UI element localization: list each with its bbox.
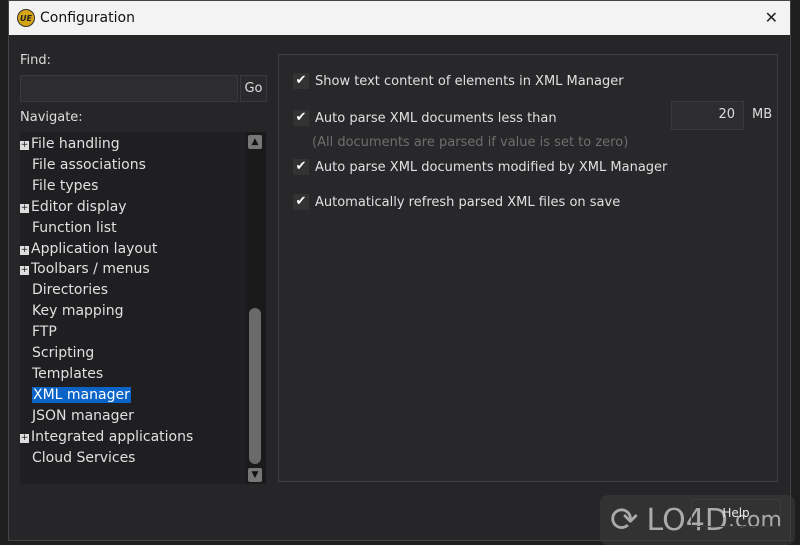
tree-item[interactable]: Templates <box>32 364 103 384</box>
configuration-dialog: UE Configuration ✕ Find: Go Navigate: + F… <box>8 0 791 541</box>
find-label: Find: <box>20 53 52 68</box>
tree-item[interactable]: JSON manager <box>32 406 134 426</box>
window-title: Configuration <box>40 10 135 26</box>
scroll-up-icon[interactable]: ▲ <box>248 135 262 149</box>
tree-item[interactable]: + Integrated applications <box>20 427 193 447</box>
scrollbar-thumb[interactable] <box>249 308 261 464</box>
hint-text: (All documents are parsed if value is se… <box>312 135 629 150</box>
checkmark-icon: ✔ <box>293 73 309 89</box>
tree-item-label: File associations <box>32 156 146 173</box>
tree-item[interactable]: File associations <box>32 155 146 175</box>
unit-label: MB <box>752 107 773 122</box>
tree-item-label: File types <box>32 177 99 194</box>
tree-item[interactable]: Scripting <box>32 343 94 363</box>
tree-item-label: Application layout <box>31 240 158 257</box>
navigate-label: Navigate: <box>20 110 83 125</box>
close-icon[interactable]: ✕ <box>765 8 778 27</box>
tree-item[interactable]: + Application layout <box>20 239 157 259</box>
expand-icon[interactable]: + <box>20 203 29 213</box>
tree-item-label: Function list <box>32 219 117 236</box>
ultraedit-logo-icon: UE <box>17 9 35 27</box>
tree-item[interactable]: FTP <box>32 322 57 342</box>
help-button[interactable]: Help <box>691 499 781 527</box>
option-label: Automatically refresh parsed XML files o… <box>315 194 621 210</box>
show-text-checkbox[interactable]: ✔ Show text content of elements in XML Ma… <box>293 73 624 89</box>
checkmark-icon: ✔ <box>293 159 309 175</box>
tree-item-label: Templates <box>32 365 104 382</box>
tree-item-label: Scripting <box>32 345 95 361</box>
option-label: Show text content of elements in XML Man… <box>315 73 624 89</box>
expand-icon[interactable]: + <box>20 266 29 276</box>
find-input[interactable] <box>20 75 238 102</box>
auto-parse-less-checkbox[interactable]: ✔ Auto parse XML documents less than <box>293 110 557 126</box>
tree-item-label: FTP <box>32 324 57 341</box>
tree-item-label: File handling <box>31 136 120 152</box>
size-limit-input[interactable]: 20 <box>671 101 744 130</box>
tree-item-label: Integrated applications <box>31 428 194 445</box>
tree-scrollbar[interactable]: ▲ ▼ <box>246 132 266 484</box>
tree-item[interactable]: File types <box>32 176 98 196</box>
auto-parse-modified-checkbox[interactable]: ✔ Auto parse XML documents modified by XM… <box>293 159 667 175</box>
tree-item-label: Toolbars / menus <box>31 261 150 278</box>
xml-manager-panel: ✔ Show text content of elements in XML Ma… <box>278 54 778 482</box>
checkmark-icon: ✔ <box>293 194 309 210</box>
checkmark-icon: ✔ <box>293 110 309 126</box>
tree-item-label: XML manager <box>32 386 131 403</box>
scroll-down-icon[interactable]: ▼ <box>248 468 262 482</box>
auto-refresh-checkbox[interactable]: ✔ Automatically refresh parsed XML files … <box>293 194 620 210</box>
tree-item[interactable]: + Toolbars / menus <box>20 259 150 279</box>
expand-icon[interactable]: + <box>20 245 29 255</box>
tree-item-label: JSON manager <box>32 407 134 424</box>
tree-item-label: Key mapping <box>32 303 124 320</box>
go-button[interactable]: Go <box>240 75 267 102</box>
tree-item[interactable]: Cloud Services <box>32 448 135 468</box>
option-label: Auto parse XML documents modified by XML… <box>315 159 668 175</box>
navigate-tree[interactable]: + File handling File associations File type… <box>20 132 266 484</box>
tree-item[interactable]: XML manager <box>32 385 131 405</box>
tree-item-label: Cloud Services <box>32 449 136 466</box>
title-bar: UE Configuration ✕ <box>9 1 790 35</box>
tree-item[interactable]: Key mapping <box>32 301 123 321</box>
tree-item[interactable]: + File handling <box>20 134 120 154</box>
tree-item[interactable]: Directories <box>32 280 108 300</box>
expand-icon[interactable]: + <box>20 141 29 150</box>
option-label: Auto parse XML documents less than <box>315 110 557 126</box>
expand-icon[interactable]: + <box>20 433 29 443</box>
tree-item[interactable]: Function list <box>32 218 117 238</box>
tree-item[interactable]: + Editor display <box>20 197 127 217</box>
tree-item-label: Directories <box>32 282 109 299</box>
tree-item-label: Editor display <box>31 198 127 215</box>
